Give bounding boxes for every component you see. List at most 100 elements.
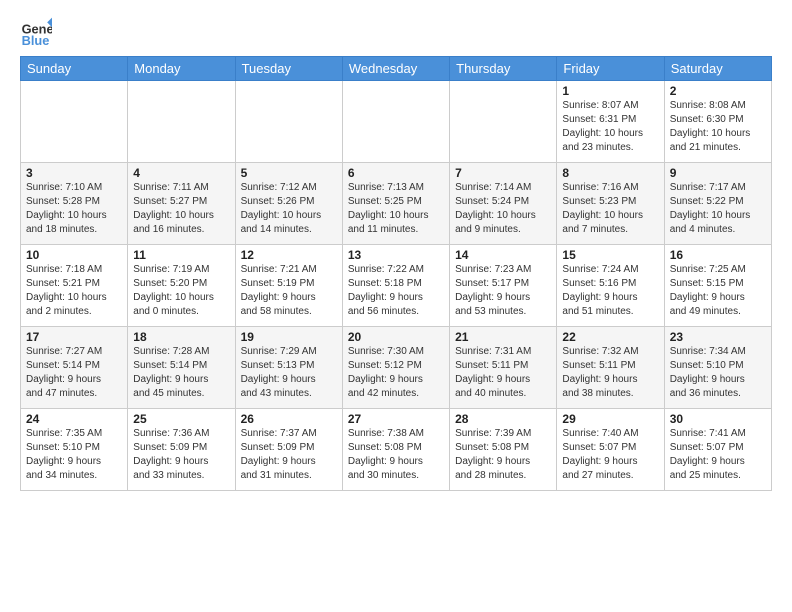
day-cell: 23Sunrise: 7:34 AM Sunset: 5:10 PM Dayli…	[664, 327, 771, 409]
week-row-4: 17Sunrise: 7:27 AM Sunset: 5:14 PM Dayli…	[21, 327, 772, 409]
day-number: 7	[455, 166, 551, 180]
day-cell: 24Sunrise: 7:35 AM Sunset: 5:10 PM Dayli…	[21, 409, 128, 491]
day-info: Sunrise: 7:21 AM Sunset: 5:19 PM Dayligh…	[241, 263, 337, 319]
day-cell: 14Sunrise: 7:23 AM Sunset: 5:17 PM Dayli…	[450, 245, 557, 327]
day-cell	[128, 81, 235, 163]
day-number: 19	[241, 330, 337, 344]
day-cell	[21, 81, 128, 163]
day-cell: 15Sunrise: 7:24 AM Sunset: 5:16 PM Dayli…	[557, 245, 664, 327]
day-cell: 13Sunrise: 7:22 AM Sunset: 5:18 PM Dayli…	[342, 245, 449, 327]
day-number: 8	[562, 166, 658, 180]
day-number: 6	[348, 166, 444, 180]
day-cell: 12Sunrise: 7:21 AM Sunset: 5:19 PM Dayli…	[235, 245, 342, 327]
weekday-sunday: Sunday	[21, 57, 128, 81]
day-info: Sunrise: 7:18 AM Sunset: 5:21 PM Dayligh…	[26, 263, 122, 319]
day-cell: 16Sunrise: 7:25 AM Sunset: 5:15 PM Dayli…	[664, 245, 771, 327]
day-cell: 20Sunrise: 7:30 AM Sunset: 5:12 PM Dayli…	[342, 327, 449, 409]
day-info: Sunrise: 7:41 AM Sunset: 5:07 PM Dayligh…	[670, 427, 766, 483]
day-info: Sunrise: 7:38 AM Sunset: 5:08 PM Dayligh…	[348, 427, 444, 483]
day-cell: 25Sunrise: 7:36 AM Sunset: 5:09 PM Dayli…	[128, 409, 235, 491]
week-row-5: 24Sunrise: 7:35 AM Sunset: 5:10 PM Dayli…	[21, 409, 772, 491]
day-cell: 8Sunrise: 7:16 AM Sunset: 5:23 PM Daylig…	[557, 163, 664, 245]
day-number: 26	[241, 412, 337, 426]
day-number: 22	[562, 330, 658, 344]
day-cell: 6Sunrise: 7:13 AM Sunset: 5:25 PM Daylig…	[342, 163, 449, 245]
day-cell: 22Sunrise: 7:32 AM Sunset: 5:11 PM Dayli…	[557, 327, 664, 409]
day-number: 17	[26, 330, 122, 344]
day-info: Sunrise: 7:36 AM Sunset: 5:09 PM Dayligh…	[133, 427, 229, 483]
weekday-header-row: SundayMondayTuesdayWednesdayThursdayFrid…	[21, 57, 772, 81]
day-cell	[235, 81, 342, 163]
day-info: Sunrise: 7:39 AM Sunset: 5:08 PM Dayligh…	[455, 427, 551, 483]
calendar-table: SundayMondayTuesdayWednesdayThursdayFrid…	[20, 56, 772, 491]
week-row-3: 10Sunrise: 7:18 AM Sunset: 5:21 PM Dayli…	[21, 245, 772, 327]
day-info: Sunrise: 7:27 AM Sunset: 5:14 PM Dayligh…	[26, 345, 122, 401]
day-cell: 21Sunrise: 7:31 AM Sunset: 5:11 PM Dayli…	[450, 327, 557, 409]
day-number: 27	[348, 412, 444, 426]
day-number: 28	[455, 412, 551, 426]
day-info: Sunrise: 8:07 AM Sunset: 6:31 PM Dayligh…	[562, 99, 658, 155]
day-cell: 26Sunrise: 7:37 AM Sunset: 5:09 PM Dayli…	[235, 409, 342, 491]
day-info: Sunrise: 7:28 AM Sunset: 5:14 PM Dayligh…	[133, 345, 229, 401]
day-info: Sunrise: 7:23 AM Sunset: 5:17 PM Dayligh…	[455, 263, 551, 319]
day-number: 12	[241, 248, 337, 262]
day-cell: 17Sunrise: 7:27 AM Sunset: 5:14 PM Dayli…	[21, 327, 128, 409]
day-info: Sunrise: 7:16 AM Sunset: 5:23 PM Dayligh…	[562, 181, 658, 237]
day-number: 13	[348, 248, 444, 262]
day-info: Sunrise: 7:31 AM Sunset: 5:11 PM Dayligh…	[455, 345, 551, 401]
day-cell	[342, 81, 449, 163]
day-number: 3	[26, 166, 122, 180]
day-number: 25	[133, 412, 229, 426]
day-number: 1	[562, 84, 658, 98]
day-cell: 28Sunrise: 7:39 AM Sunset: 5:08 PM Dayli…	[450, 409, 557, 491]
day-info: Sunrise: 7:40 AM Sunset: 5:07 PM Dayligh…	[562, 427, 658, 483]
day-cell: 19Sunrise: 7:29 AM Sunset: 5:13 PM Dayli…	[235, 327, 342, 409]
day-cell: 10Sunrise: 7:18 AM Sunset: 5:21 PM Dayli…	[21, 245, 128, 327]
day-info: Sunrise: 7:29 AM Sunset: 5:13 PM Dayligh…	[241, 345, 337, 401]
day-cell: 5Sunrise: 7:12 AM Sunset: 5:26 PM Daylig…	[235, 163, 342, 245]
day-number: 18	[133, 330, 229, 344]
day-number: 4	[133, 166, 229, 180]
logo-icon: General Blue	[20, 16, 52, 48]
day-number: 21	[455, 330, 551, 344]
day-number: 23	[670, 330, 766, 344]
day-info: Sunrise: 7:30 AM Sunset: 5:12 PM Dayligh…	[348, 345, 444, 401]
day-info: Sunrise: 7:14 AM Sunset: 5:24 PM Dayligh…	[455, 181, 551, 237]
weekday-saturday: Saturday	[664, 57, 771, 81]
day-cell: 7Sunrise: 7:14 AM Sunset: 5:24 PM Daylig…	[450, 163, 557, 245]
day-cell: 18Sunrise: 7:28 AM Sunset: 5:14 PM Dayli…	[128, 327, 235, 409]
day-info: Sunrise: 7:10 AM Sunset: 5:28 PM Dayligh…	[26, 181, 122, 237]
day-number: 2	[670, 84, 766, 98]
day-info: Sunrise: 8:08 AM Sunset: 6:30 PM Dayligh…	[670, 99, 766, 155]
day-cell: 27Sunrise: 7:38 AM Sunset: 5:08 PM Dayli…	[342, 409, 449, 491]
day-info: Sunrise: 7:11 AM Sunset: 5:27 PM Dayligh…	[133, 181, 229, 237]
day-info: Sunrise: 7:35 AM Sunset: 5:10 PM Dayligh…	[26, 427, 122, 483]
header: General Blue	[20, 16, 772, 48]
day-number: 11	[133, 248, 229, 262]
weekday-friday: Friday	[557, 57, 664, 81]
page: General Blue SundayMondayTuesdayWednesda…	[0, 0, 792, 612]
weekday-tuesday: Tuesday	[235, 57, 342, 81]
day-number: 10	[26, 248, 122, 262]
weekday-thursday: Thursday	[450, 57, 557, 81]
weekday-wednesday: Wednesday	[342, 57, 449, 81]
week-row-1: 1Sunrise: 8:07 AM Sunset: 6:31 PM Daylig…	[21, 81, 772, 163]
day-cell: 4Sunrise: 7:11 AM Sunset: 5:27 PM Daylig…	[128, 163, 235, 245]
day-cell: 11Sunrise: 7:19 AM Sunset: 5:20 PM Dayli…	[128, 245, 235, 327]
day-number: 16	[670, 248, 766, 262]
day-info: Sunrise: 7:24 AM Sunset: 5:16 PM Dayligh…	[562, 263, 658, 319]
day-number: 24	[26, 412, 122, 426]
svg-text:Blue: Blue	[22, 33, 50, 48]
day-cell: 30Sunrise: 7:41 AM Sunset: 5:07 PM Dayli…	[664, 409, 771, 491]
day-number: 9	[670, 166, 766, 180]
day-cell: 9Sunrise: 7:17 AM Sunset: 5:22 PM Daylig…	[664, 163, 771, 245]
day-info: Sunrise: 7:32 AM Sunset: 5:11 PM Dayligh…	[562, 345, 658, 401]
weekday-monday: Monday	[128, 57, 235, 81]
day-number: 14	[455, 248, 551, 262]
week-row-2: 3Sunrise: 7:10 AM Sunset: 5:28 PM Daylig…	[21, 163, 772, 245]
day-info: Sunrise: 7:19 AM Sunset: 5:20 PM Dayligh…	[133, 263, 229, 319]
day-cell: 1Sunrise: 8:07 AM Sunset: 6:31 PM Daylig…	[557, 81, 664, 163]
day-info: Sunrise: 7:34 AM Sunset: 5:10 PM Dayligh…	[670, 345, 766, 401]
day-cell: 2Sunrise: 8:08 AM Sunset: 6:30 PM Daylig…	[664, 81, 771, 163]
day-info: Sunrise: 7:37 AM Sunset: 5:09 PM Dayligh…	[241, 427, 337, 483]
